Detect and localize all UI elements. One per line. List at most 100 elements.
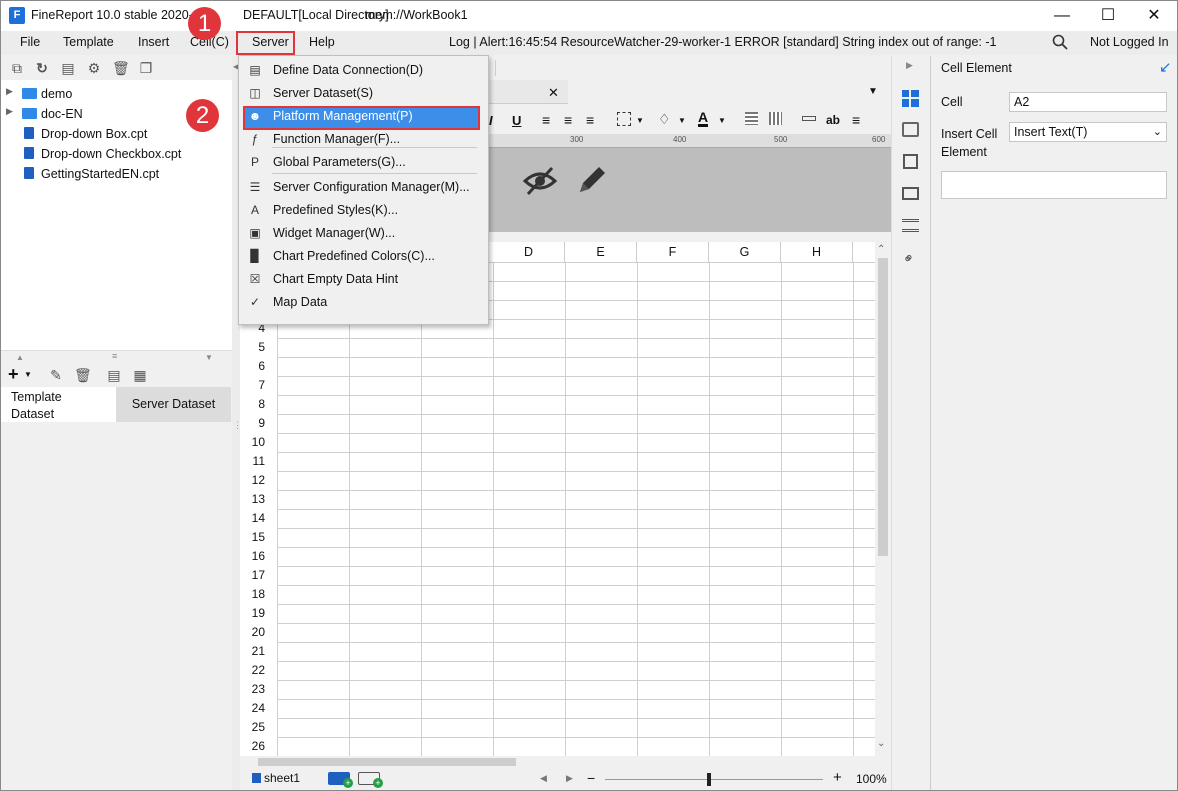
tab-server-dataset[interactable]: Server Dataset	[116, 387, 231, 422]
vertical-scroll-thumb[interactable]	[878, 258, 888, 556]
row-header[interactable]: 12	[240, 471, 277, 490]
row-header[interactable]: 15	[240, 528, 277, 547]
template-icon[interactable]: ▤	[60, 60, 76, 76]
delete-icon[interactable]: 🗑	[74, 367, 92, 383]
row-header[interactable]: 22	[240, 661, 277, 680]
row-header[interactable]: 24	[240, 699, 277, 718]
dataset-settings-icon[interactable]: ▦	[132, 367, 148, 383]
tree-item-dropdown-checkbox[interactable]: Drop-down Checkbox.cpt	[0, 143, 232, 163]
close-tab-icon[interactable]: ✕	[548, 85, 559, 101]
row-header[interactable]: 13	[240, 490, 277, 509]
close-icon[interactable]: ✕	[1131, 0, 1177, 31]
add-dataset-icon[interactable]: +	[8, 364, 19, 385]
chevron-down-icon[interactable]: ▼	[678, 116, 686, 125]
expand-arrow-icon[interactable]: ▶	[6, 106, 13, 117]
row-header[interactable]: 8	[240, 395, 277, 414]
row-header[interactable]: 14	[240, 509, 277, 528]
row-header[interactable]: 16	[240, 547, 277, 566]
sheet-tab[interactable]: sheet1	[264, 771, 300, 785]
expand-arrow-icon[interactable]: ▶	[6, 86, 13, 97]
scroll-up-icon[interactable]: ⌃	[877, 244, 885, 255]
zoom-in-button[interactable]: +	[833, 769, 842, 786]
column-header-f[interactable]: F	[637, 242, 709, 262]
cell-input[interactable]: A2	[1009, 92, 1167, 112]
collapse-up-icon[interactable]: ▲	[16, 353, 24, 362]
chevron-down-icon[interactable]: ⌄	[1153, 125, 1162, 138]
spreadsheet-grid[interactable]	[277, 262, 875, 756]
merge-cells-icon[interactable]	[745, 112, 758, 125]
zoom-out-button[interactable]: −	[587, 770, 595, 786]
server-menu-item[interactable]: ◫ Server Dataset(S)	[239, 82, 487, 104]
cell-element-icon[interactable]	[902, 90, 919, 107]
insert-cell-element-select[interactable]: Insert Text(T) ⌄	[1009, 122, 1167, 142]
delete-icon[interactable]: 🗑	[112, 60, 130, 76]
login-status[interactable]: Not Logged In	[1090, 35, 1169, 49]
refresh-icon[interactable]: ↻	[34, 60, 50, 76]
row-header[interactable]: 5	[240, 338, 277, 357]
server-menu-item[interactable]: ▤ Define Data Connection(D)	[239, 59, 487, 81]
settings-icon[interactable]: ⚙	[86, 60, 102, 76]
server-menu-item[interactable]: ▣ Widget Manager(W)...	[239, 222, 487, 244]
menu-template[interactable]: Template	[63, 35, 114, 49]
scroll-down-icon[interactable]: ⌄	[877, 738, 885, 749]
align-left-icon[interactable]: ≡	[542, 112, 550, 128]
server-menu-item[interactable]: ☒ Chart Empty Data Hint	[239, 268, 487, 290]
float-element-icon[interactable]	[903, 154, 918, 169]
collapse-down-icon[interactable]: ▼	[205, 353, 213, 362]
widget-settings-icon[interactable]	[902, 187, 919, 200]
column-header-e[interactable]: E	[565, 242, 637, 262]
copy-icon[interactable]: ❐	[138, 60, 154, 76]
column-header-d[interactable]: D	[493, 242, 565, 262]
tab-template-dataset[interactable]: Template Dataset	[0, 387, 116, 422]
tab-menu-icon[interactable]: ▼	[868, 86, 878, 97]
chevron-down-icon[interactable]: ▼	[718, 116, 726, 125]
italic-icon[interactable]: I	[489, 113, 493, 128]
server-menu-item[interactable]: ☻ Platform Management(P)	[239, 105, 487, 127]
new-folder-icon[interactable]: ⧉	[9, 60, 25, 76]
condition-attribute-icon[interactable]	[902, 219, 919, 232]
row-header[interactable]: 10	[240, 433, 277, 452]
row-header[interactable]: 9	[240, 414, 277, 433]
pin-arrow-icon[interactable]: ↙	[1159, 58, 1172, 76]
row-header[interactable]: 19	[240, 604, 277, 623]
menu-file[interactable]: File	[20, 35, 40, 49]
minimize-icon[interactable]: —	[1039, 0, 1085, 31]
search-icon[interactable]	[1052, 34, 1068, 50]
paragraph-icon[interactable]: ≡	[852, 112, 860, 128]
row-header[interactable]: 18	[240, 585, 277, 604]
edit-pencil-icon[interactable]: ✎	[48, 367, 64, 383]
grip-icon[interactable]: ≡	[112, 351, 117, 361]
scroll-left-icon[interactable]: ◀	[540, 773, 547, 784]
row-header[interactable]: 11	[240, 452, 277, 471]
tree-item-getting-started[interactable]: GettingStartedEN.cpt	[0, 163, 232, 183]
row-header[interactable]: 20	[240, 623, 277, 642]
server-menu-item[interactable]: ☰ Server Configuration Manager(M)...	[239, 176, 487, 198]
cell-content-input[interactable]	[941, 171, 1167, 199]
row-header[interactable]: 7	[240, 376, 277, 395]
unmerge-cells-icon[interactable]	[769, 112, 782, 125]
log-alert[interactable]: Log | Alert:16:45:54 ResourceWatcher-29-…	[449, 35, 997, 49]
align-center-icon[interactable]: ≡	[564, 112, 572, 128]
row-header[interactable]: 26	[240, 737, 277, 756]
cell-attribute-icon[interactable]	[902, 122, 919, 137]
border-icon[interactable]	[617, 112, 631, 126]
font-color-icon[interactable]: A	[698, 110, 709, 127]
server-menu-item[interactable]: ✓ Map Data	[239, 291, 487, 313]
server-menu-item[interactable]: ▉ Chart Predefined Colors(C)...	[239, 245, 487, 267]
wrap-icon[interactable]	[802, 116, 816, 121]
preview-icon[interactable]: ▤	[106, 367, 122, 383]
add-report-sheet-icon[interactable]: +	[358, 772, 383, 788]
server-menu-item[interactable]: A Predefined Styles(K)...	[239, 199, 487, 221]
server-menu-item[interactable]: P Global Parameters(G)...	[239, 151, 487, 173]
edit-pencil-icon[interactable]	[575, 163, 609, 197]
row-header[interactable]: 17	[240, 566, 277, 585]
zoom-level[interactable]: 100%	[856, 772, 887, 786]
text-ab-icon[interactable]: ab	[826, 113, 840, 127]
menu-help[interactable]: Help	[309, 35, 335, 49]
chevron-down-icon[interactable]: ▼	[636, 116, 644, 125]
column-header-g[interactable]: G	[709, 242, 781, 262]
row-header[interactable]: 25	[240, 718, 277, 737]
zoom-slider-track[interactable]	[605, 779, 823, 780]
fill-color-icon[interactable]: ♢	[658, 111, 671, 128]
chevron-down-icon[interactable]: ▼	[24, 370, 32, 379]
